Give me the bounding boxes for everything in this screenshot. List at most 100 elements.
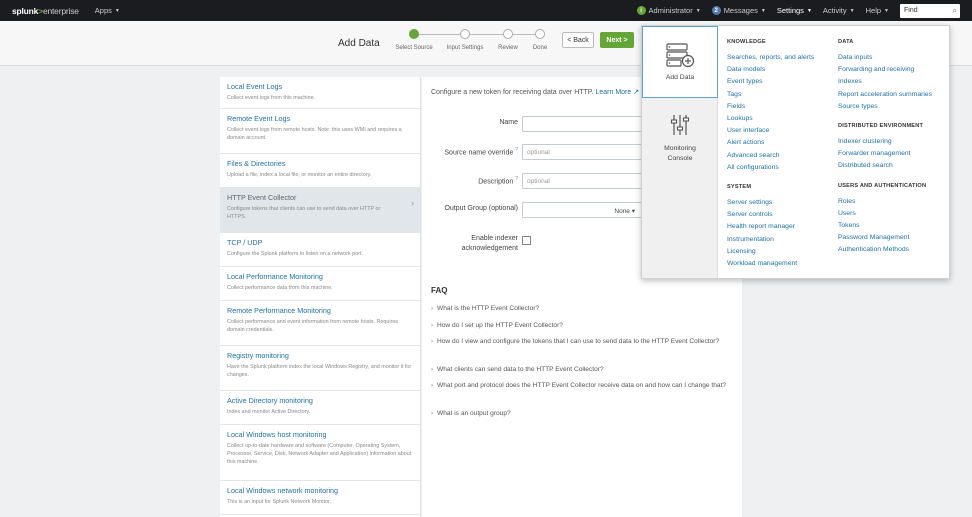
source-description: This is an input for Splunk Network Moni… [227,499,331,505]
faq-item[interactable]: › What is an output group? [431,408,731,420]
source-name-override-input[interactable]: optional [522,144,642,160]
menu-link[interactable]: Workload management [727,258,814,270]
menu-link[interactable]: Tokens [838,220,932,232]
menu-link[interactable]: Instrumentation [727,234,814,246]
menu-link[interactable]: Authentication Methods [838,244,932,256]
source-item-remote-event-logs[interactable]: Remote Event Logs Collect event logs fro… [220,109,420,154]
messages-menu[interactable]: 2 Messages ▼ [711,6,766,15]
menu-link[interactable]: User interface [727,125,814,137]
menu-link[interactable]: Users [838,208,932,220]
menu-link[interactable]: Advanced search [727,150,814,162]
activity-menu[interactable]: Activity ▼ [823,6,855,15]
chevron-right-icon: › [431,411,433,417]
menu-link[interactable]: Forwarder management [838,148,932,160]
faq-title: FAQ [431,286,448,295]
form-intro: Configure a new token for receiving data… [431,88,639,96]
source-item-local-performance-monitoring[interactable]: Local Performance Monitoring Collect per… [220,267,420,301]
source-item-files-directories[interactable]: Files & Directories Upload a file, index… [220,154,420,188]
menu-link[interactable]: Forwarding and receiving [838,64,932,76]
find-input[interactable]: Find ⌕ [900,3,960,18]
source-item-remote-performance-monitoring[interactable]: Remote Performance Monitoring Collect pe… [220,301,420,346]
source-item-local-windows-network-monitoring[interactable]: Local Windows network monitoring This is… [220,481,420,515]
menu-link[interactable]: Data inputs [838,52,932,64]
menu-link[interactable]: Searches, reports, and alerts [727,52,814,64]
apps-menu[interactable]: Apps ▼ [95,6,120,15]
faq-item[interactable]: › What clients can send data to the HTTP … [431,364,731,376]
description-label-wrap: Description ? [478,176,518,185]
menu-link[interactable]: Distributed search [838,160,932,172]
menu-link[interactable]: Health report manager [727,221,814,233]
back-button[interactable]: < Back [562,32,594,48]
splunk-logo[interactable]: splunk>enterprise [12,6,79,16]
menu-link[interactable]: Roles [838,196,932,208]
chevron-right-icon: › [431,306,433,312]
find-placeholder: Find [904,7,918,14]
users-heading: USERS AND AUTHENTICATION [838,182,927,189]
source-title: Files & Directories [227,159,286,168]
source-item-registry-monitoring[interactable]: Registry monitoring Have the Splunk plat… [220,346,420,391]
settings-column-right: DATA Data inputs Forwarding and receivin… [838,38,932,257]
menu-link[interactable]: Fields [727,101,814,113]
administrator-label: Administrator [648,6,693,15]
menu-link[interactable]: Password Management [838,232,932,244]
menu-link[interactable]: Server settings [727,197,814,209]
next-button[interactable]: Next > [600,32,634,48]
indexer-ack-checkbox[interactable] [522,236,531,245]
tile-label: Add Data [665,74,695,81]
monitoring-console-tile[interactable]: Monitoring Console [642,98,718,170]
step-indicator [409,29,419,39]
menu-link[interactable]: Event types [727,76,814,88]
menu-link[interactable]: Licensing [727,246,814,258]
step-select-source: Select Source [389,29,439,51]
source-description: Index and monitor Active Directory. [227,409,311,415]
source-description: Configure the Splunk platform to listen … [227,251,364,257]
output-group-label: Output Group (optional) [444,205,518,212]
menu-link[interactable]: Tags [727,89,814,101]
caret-down-icon: ▾ [631,208,635,215]
menu-link[interactable]: Indexer clustering [838,136,932,148]
source-item-local-windows-host-monitoring[interactable]: Local Windows host monitoring Collect up… [220,425,420,481]
menu-link[interactable]: Alert actions [727,137,814,149]
step-indicator [503,29,513,39]
faq-item[interactable]: › How do I set up the HTTP Event Collecto… [431,320,731,332]
menu-link[interactable]: Lookups [727,113,814,125]
source-item-http-event-collector[interactable]: HTTP Event Collector Configure tokens th… [220,188,420,233]
source-description: Upload a file, index a local file, or mo… [227,172,372,178]
menu-link[interactable]: Source types [838,101,932,113]
data-heading: DATA [838,39,854,45]
chevron-right-icon: › [431,383,433,389]
faq-question: How do I set up the HTTP Event Collector… [437,322,563,329]
help-menu[interactable]: Help ▼ [866,6,889,15]
indexer-ack-label: Enable indexer acknowledgement [462,234,518,254]
menu-link[interactable]: Data models [727,64,814,76]
faq-question: How do I view and configure the tokens t… [437,338,720,345]
administrator-menu[interactable]: i Administrator ▼ [636,6,701,15]
logo-product: enterprise [42,5,79,16]
faq-item[interactable]: › What is the HTTP Event Collector? [431,303,731,315]
output-group-select[interactable]: None ▾ [522,202,642,218]
help-icon[interactable]: ? [515,176,518,182]
menu-link[interactable]: All configurations [727,162,814,174]
description-input[interactable]: optional [522,173,642,189]
menu-link[interactable]: Indexes [838,76,932,88]
add-data-tile[interactable]: Add Data [642,26,718,98]
learn-more-link[interactable]: Learn More ↗ [595,89,639,96]
source-title: Local Windows host monitoring [227,430,327,439]
caret-down-icon: ▼ [806,7,812,14]
source-description: Configure tokens that clients can use to… [227,206,381,220]
source-item-local-event-logs[interactable]: Local Event Logs Collect event logs from… [220,77,420,109]
source-item-tcp-udp[interactable]: TCP / UDP Configure the Splunk platform … [220,233,420,267]
source-item-active-directory-monitoring[interactable]: Active Directory monitoring Index and mo… [220,391,420,425]
name-input[interactable] [522,116,642,132]
help-icon[interactable]: ? [515,147,518,153]
indexer-ack-label-line2: acknowledgement [461,245,518,252]
source-description: Collect performance and event informatio… [227,319,399,333]
faq-item[interactable]: › What port and protocol does the HTTP Ev… [431,380,731,392]
faq-item[interactable]: › How do I view and configure the tokens … [431,336,731,348]
settings-menu[interactable]: Settings ▼ [777,6,812,15]
menu-link[interactable]: Report acceleration summaries [838,89,932,101]
menu-link[interactable]: Server controls [727,209,814,221]
